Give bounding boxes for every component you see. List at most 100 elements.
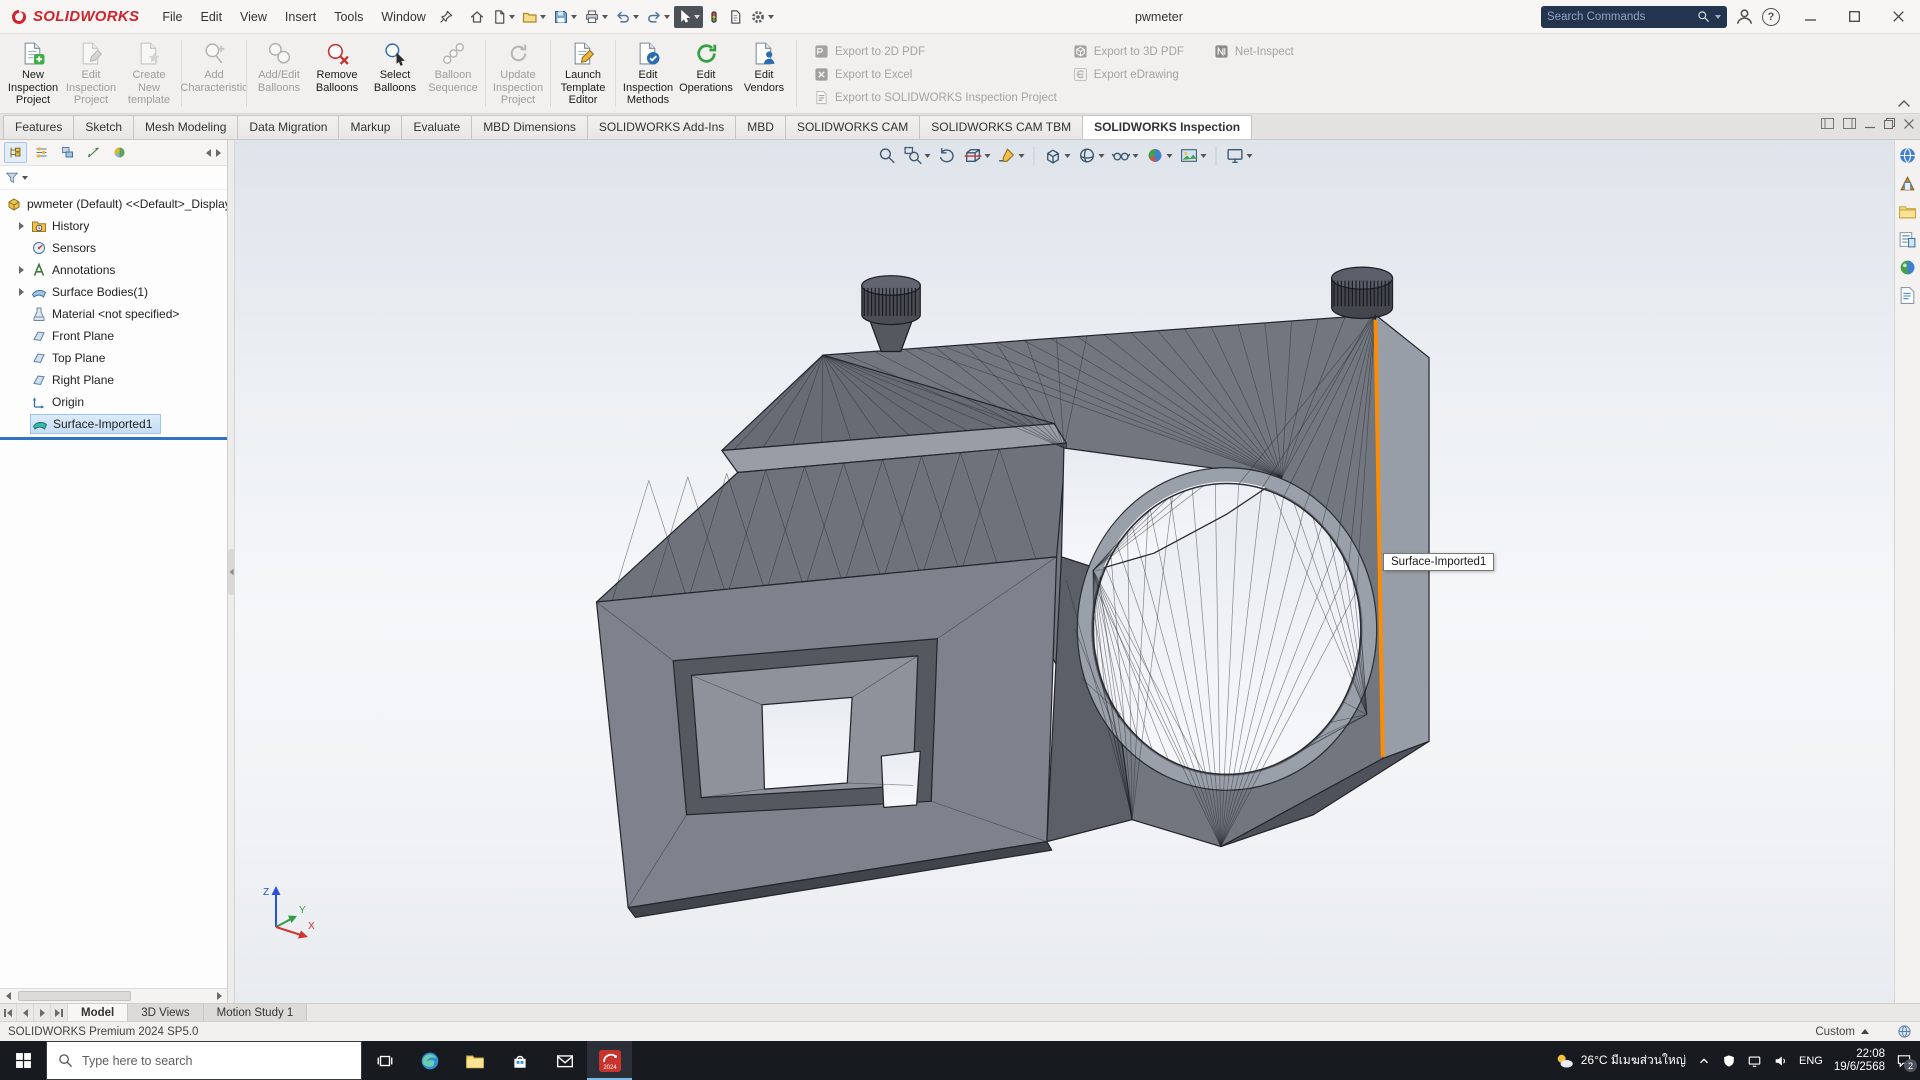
tree-item-surface-bodies[interactable]: Surface Bodies(1): [0, 281, 227, 303]
show-hidden-icons-chevron[interactable]: [1697, 1054, 1711, 1068]
display-device-icon[interactable]: [1747, 1054, 1762, 1068]
view-settings-button[interactable]: [1223, 144, 1254, 167]
action-center-button[interactable]: 2: [1896, 1053, 1912, 1068]
user-account-icon[interactable]: [1735, 7, 1754, 26]
search-scope-dropdown-icon[interactable]: [1715, 15, 1721, 19]
ribbon-button-edit-vendors[interactable]: Edit Vendors: [735, 36, 793, 111]
tree-item-sensors[interactable]: Sensors: [0, 237, 227, 259]
tab-mesh-modeling[interactable]: Mesh Modeling: [133, 115, 238, 139]
dropdown-caret-icon[interactable]: [1132, 154, 1138, 158]
dock-right-icon[interactable]: [1843, 118, 1856, 129]
scroll-right-icon[interactable]: [211, 989, 227, 1004]
close-button[interactable]: [1876, 0, 1920, 34]
panel-horizontal-scrollbar[interactable]: [0, 988, 227, 1003]
help-icon[interactable]: ?: [1762, 8, 1780, 26]
display-style-button[interactable]: [1075, 144, 1106, 167]
filter-dropdown-icon[interactable]: [22, 176, 28, 180]
expand-caret-icon[interactable]: [19, 222, 24, 230]
file-explorer-taskbar-icon[interactable]: [452, 1041, 497, 1080]
open-button[interactable]: [519, 6, 549, 28]
dropdown-caret-icon[interactable]: [1098, 154, 1104, 158]
tab-data-migration[interactable]: Data Migration: [237, 115, 339, 139]
tree-item-front-plane[interactable]: Front Plane: [0, 325, 227, 347]
tab-solidworks-inspection[interactable]: SOLIDWORKS Inspection: [1082, 115, 1252, 139]
rollback-bar[interactable]: [0, 437, 227, 440]
edge-browser-icon[interactable]: [407, 1041, 452, 1080]
zoom-to-area-button[interactable]: [901, 144, 932, 167]
panel-splitter[interactable]: [228, 140, 235, 1003]
panel-tab-scroll-left-icon[interactable]: [206, 149, 211, 157]
doc-close-icon[interactable]: [1904, 119, 1914, 129]
annotation-view-button[interactable]: [995, 144, 1026, 167]
print-button[interactable]: [581, 6, 611, 28]
dock-left-icon[interactable]: [1821, 118, 1834, 129]
configuration-manager-tab[interactable]: [56, 142, 79, 163]
tab-solidworks-cam-tbm[interactable]: SOLIDWORKS CAM TBM: [919, 115, 1083, 139]
view-palette-icon[interactable]: [1898, 230, 1917, 249]
tab-markup[interactable]: Markup: [338, 115, 402, 139]
tab-mbd[interactable]: MBD: [735, 115, 786, 139]
taskbar-search-input[interactable]: [82, 1054, 350, 1068]
previous-tab-button[interactable]: [17, 1004, 34, 1021]
hide-show-items-button[interactable]: [1109, 144, 1140, 167]
graphics-viewport[interactable]: Surface-Imported1 Z Y X: [235, 140, 1894, 1003]
dropdown-caret-icon[interactable]: [1064, 154, 1070, 158]
doc-restore-icon[interactable]: [1884, 118, 1895, 129]
unit-system-selector[interactable]: Custom: [1815, 1026, 1869, 1038]
scroll-left-icon[interactable]: [0, 989, 16, 1004]
menu-edit[interactable]: Edit: [192, 5, 232, 29]
start-button[interactable]: [0, 1041, 46, 1080]
file-properties-button[interactable]: [725, 6, 746, 28]
menu-tools[interactable]: Tools: [325, 5, 372, 29]
menu-file[interactable]: File: [153, 5, 191, 29]
feature-manager-tab[interactable]: [4, 142, 27, 163]
home-button[interactable]: [466, 6, 488, 28]
ribbon-button-edit-inspection-methods[interactable]: Edit Inspection Methods: [619, 36, 677, 111]
previous-view-button[interactable]: [935, 144, 958, 167]
filter-funnel-icon[interactable]: [5, 171, 19, 185]
expand-caret-icon[interactable]: [19, 288, 24, 296]
tree-item-material[interactable]: Material <not specified>: [0, 303, 227, 325]
dropdown-caret-icon[interactable]: [1246, 154, 1252, 158]
scrollbar-thumb[interactable]: [18, 991, 131, 1001]
taskbar-search-box[interactable]: [46, 1041, 362, 1080]
expand-caret-icon[interactable]: [19, 266, 24, 274]
appearances-scenes-icon[interactable]: [1898, 258, 1917, 277]
view-orientation-button[interactable]: [1041, 144, 1072, 167]
next-tab-button[interactable]: [34, 1004, 51, 1021]
dropdown-caret-icon[interactable]: [1018, 154, 1024, 158]
tree-item-origin[interactable]: Origin: [0, 391, 227, 413]
dropdown-caret-icon[interactable]: [984, 154, 990, 158]
ribbon-button-remove-balloons[interactable]: Remove Balloons: [308, 36, 366, 111]
section-view-button[interactable]: [961, 144, 992, 167]
solidworks-resources-icon[interactable]: [1898, 146, 1917, 165]
tab-solidworks-cam[interactable]: SOLIDWORKS CAM: [785, 115, 920, 139]
doc-minimize-icon[interactable]: [1865, 119, 1875, 129]
tab-motion-study-1[interactable]: Motion Study 1: [204, 1004, 308, 1021]
pin-menu-icon[interactable]: [437, 7, 456, 26]
menu-insert[interactable]: Insert: [276, 5, 325, 29]
mail-app-icon[interactable]: [542, 1041, 587, 1080]
minimize-button[interactable]: [1788, 0, 1832, 34]
tree-item-annotations[interactable]: Annotations: [0, 259, 227, 281]
command-search-input[interactable]: [1547, 11, 1692, 23]
volume-icon[interactable]: [1773, 1054, 1788, 1068]
apply-scene-button[interactable]: [1177, 144, 1208, 167]
menu-window[interactable]: Window: [372, 5, 434, 29]
tree-item-right-plane[interactable]: Right Plane: [0, 369, 227, 391]
ribbon-button-edit-operations[interactable]: Edit Operations: [677, 36, 735, 111]
tab-model[interactable]: Model: [68, 1004, 128, 1021]
save-button[interactable]: [550, 6, 580, 28]
ribbon-button-new-inspection-project[interactable]: New Inspection Project: [4, 36, 62, 111]
solidworks-taskbar-button[interactable]: 2024: [587, 1041, 632, 1080]
scrollbar-track[interactable]: [16, 989, 211, 1004]
redo-button[interactable]: [643, 6, 673, 28]
tree-item-surface-imported1[interactable]: Surface-Imported1: [0, 413, 227, 435]
command-search-box[interactable]: [1541, 6, 1727, 28]
menu-view[interactable]: View: [231, 5, 276, 29]
dimxpert-manager-tab[interactable]: [82, 142, 105, 163]
display-manager-tab[interactable]: [108, 142, 131, 163]
selected-tree-item[interactable]: Surface-Imported1: [31, 415, 160, 433]
dropdown-caret-icon[interactable]: [1166, 154, 1172, 158]
tab-3d-views[interactable]: 3D Views: [128, 1004, 203, 1021]
